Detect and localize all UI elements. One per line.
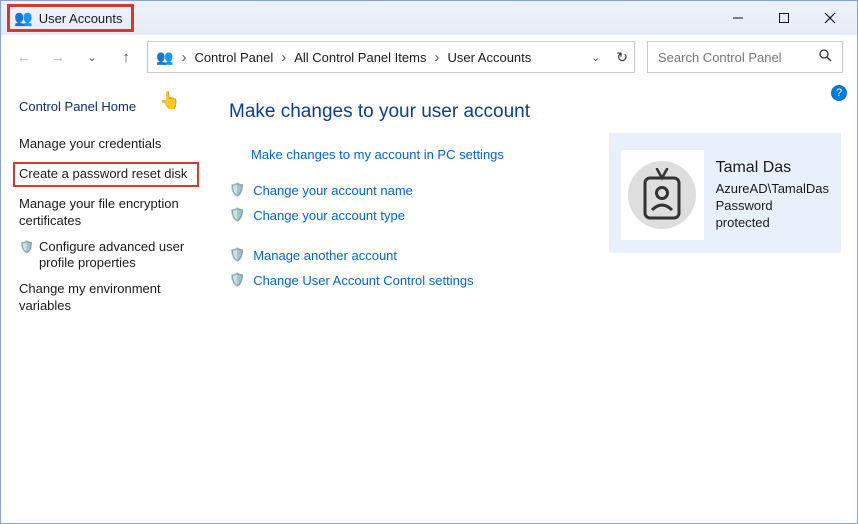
sidebar-item-label: Configure advanced user profile properti… <box>39 239 193 273</box>
sidebar-item-label: Change my environment variables <box>19 281 193 315</box>
up-button[interactable]: ↑ <box>117 48 135 66</box>
sidebar-item-manage-credentials[interactable]: Manage your credentials <box>19 136 193 153</box>
user-info: Tamal Das AzureAD\TamalDas Password prot… <box>716 158 829 231</box>
recent-dropdown[interactable]: ⌄ <box>83 48 101 66</box>
shield-icon: 🛡️ <box>229 247 245 263</box>
shield-icon: 🛡️ <box>229 272 245 288</box>
main: Make changes to your user account Make c… <box>209 79 857 523</box>
user-status: Password protected <box>716 198 829 232</box>
close-button[interactable] <box>807 2 853 34</box>
back-button[interactable]: ← <box>15 48 33 66</box>
sep-icon <box>434 49 439 66</box>
navbar: ← → ⌄ ↑ 👥 Control Panel All Control Pane… <box>1 35 857 79</box>
sidebar-item-manage-file-encryption[interactable]: Manage your file encryption certificates <box>19 196 193 230</box>
sidebar: 👆 Control Panel Home Manage your credent… <box>1 79 209 523</box>
shield-icon: 🛡️ <box>229 207 245 223</box>
sidebar-item-configure-advanced-profile[interactable]: 🛡️ Configure advanced user profile prope… <box>19 239 193 273</box>
maximize-button[interactable] <box>761 2 807 34</box>
address-dropdown[interactable]: ⌄ <box>591 51 600 64</box>
search-input[interactable] <box>658 50 819 65</box>
user-domain: AzureAD\TamalDas <box>716 181 829 198</box>
minimize-button[interactable] <box>715 2 761 34</box>
window-controls <box>715 2 853 34</box>
user-accounts-icon: 👥 <box>14 9 33 27</box>
forward-button[interactable]: → <box>49 48 67 66</box>
shield-icon: 🛡️ <box>229 182 245 198</box>
manage-another-account-link[interactable]: Manage another account <box>253 248 397 263</box>
page-heading: Make changes to your user account <box>229 101 837 123</box>
sidebar-item-change-env-vars[interactable]: Change my environment variables <box>19 281 193 315</box>
refresh-button[interactable]: ↻ <box>616 49 628 66</box>
crumb-user-accounts[interactable]: User Accounts <box>447 50 531 65</box>
sidebar-item-label: Manage your credentials <box>19 136 161 153</box>
shield-icon: 🛡️ <box>19 239 34 256</box>
window-title: User Accounts <box>39 11 123 26</box>
content: ? 👆 Control Panel Home Manage your crede… <box>1 79 857 523</box>
title-highlight: 👥 User Accounts <box>7 4 134 32</box>
control-panel-home[interactable]: Control Panel Home <box>19 99 193 114</box>
crumb-all-items[interactable]: All Control Panel Items <box>294 50 426 65</box>
avatar-wrap <box>621 150 704 240</box>
address-bar[interactable]: 👥 Control Panel All Control Panel Items … <box>147 41 635 73</box>
pc-settings-link[interactable]: Make changes to my account in PC setting… <box>251 147 504 162</box>
sidebar-item-label: Manage your file encryption certificates <box>19 196 193 230</box>
address-icon: 👥 <box>156 49 173 66</box>
user-card: Tamal Das AzureAD\TamalDas Password prot… <box>609 133 841 253</box>
sidebar-item-label: Create a password reset disk <box>19 166 187 183</box>
user-name: Tamal Das <box>716 158 829 179</box>
window: 👥 User Accounts ← → ⌄ ↑ 👥 Control Panel … <box>0 0 858 524</box>
search-icon <box>819 49 832 65</box>
nav-arrows: ← → ⌄ ↑ <box>15 48 135 66</box>
sep-icon <box>281 49 286 66</box>
titlebar: 👥 User Accounts <box>1 1 857 35</box>
change-account-type-link[interactable]: Change your account type <box>253 208 405 223</box>
avatar <box>628 161 696 229</box>
sidebar-item-create-password-reset-disk[interactable]: Create a password reset disk <box>13 162 199 187</box>
change-account-name-link[interactable]: Change your account name <box>253 183 413 198</box>
crumb-control-panel[interactable]: Control Panel <box>194 50 273 65</box>
change-uac-settings-link[interactable]: Change User Account Control settings <box>253 273 473 288</box>
search-box[interactable] <box>647 41 843 73</box>
sep-icon <box>181 49 186 66</box>
